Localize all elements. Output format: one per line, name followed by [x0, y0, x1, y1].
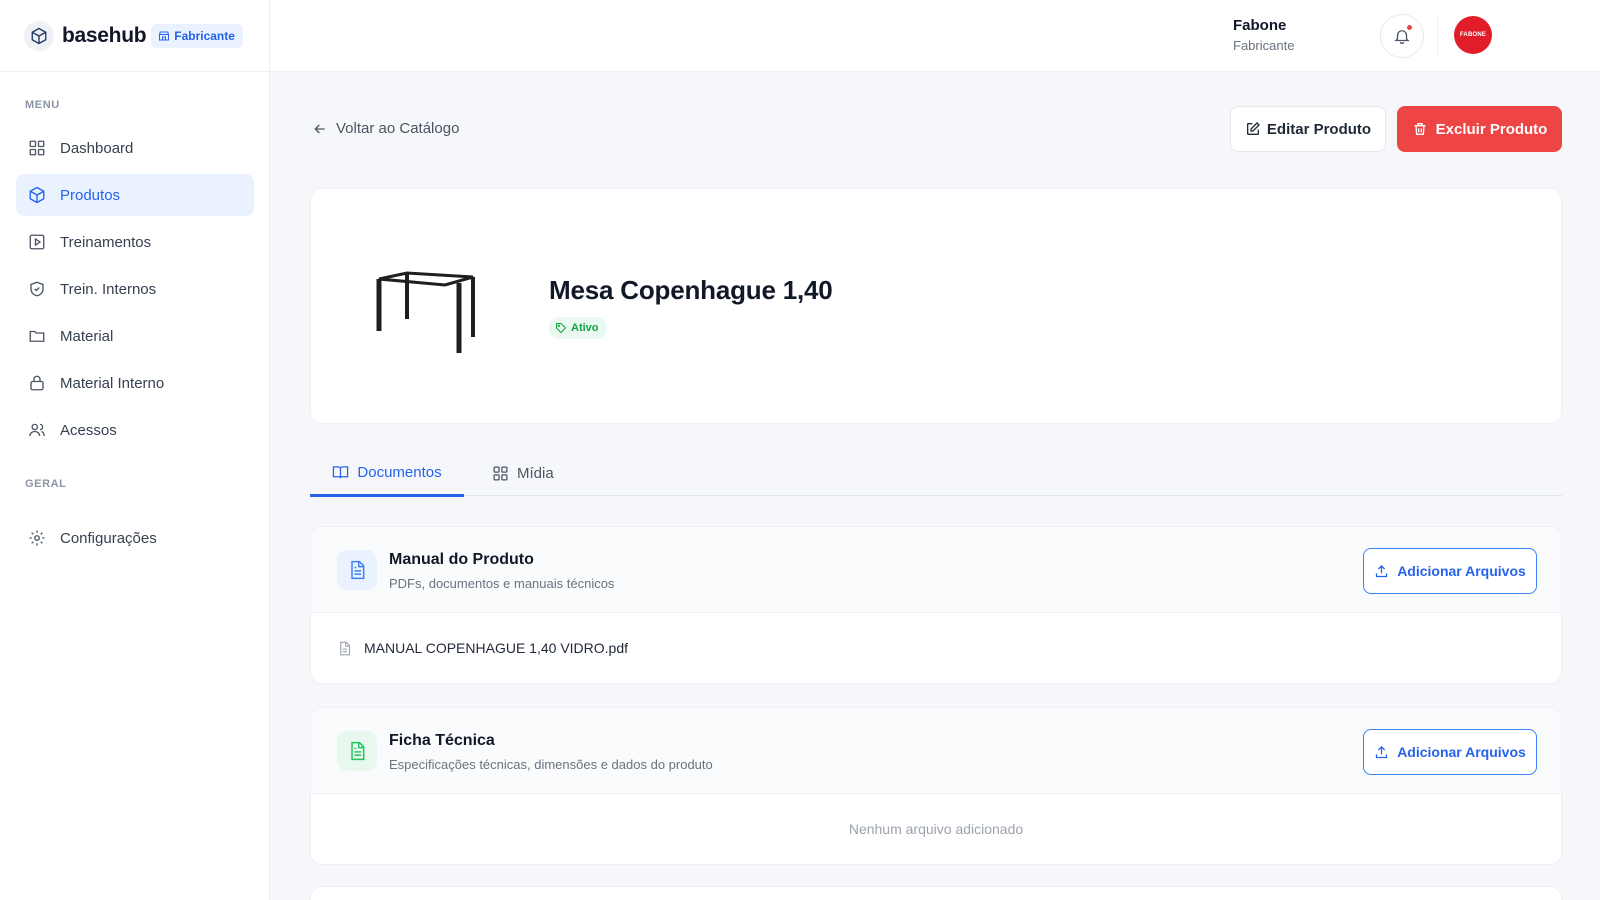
empty-state-text: Nenhum arquivo adicionado	[848, 821, 1024, 837]
folder-icon	[28, 327, 46, 345]
section-subtitle: PDFs, documentos e manuais técnicos	[389, 576, 615, 591]
sidebar-item-material-interno[interactable]: Material Interno	[16, 362, 254, 404]
grid-icon	[493, 465, 508, 481]
add-files-button[interactable]: Adicionar Arquivos	[1363, 548, 1537, 594]
user-role: Fabricante	[1233, 38, 1295, 53]
role-badge: Fabricante	[151, 23, 243, 48]
menu-section-label: MENU	[25, 99, 60, 111]
sidebar: basehub Fabricante MENU Dashboard Produt…	[0, 0, 270, 900]
sidebar-item-configuracoes[interactable]: Configurações	[16, 517, 254, 559]
section-title: Ficha Técnica	[389, 732, 495, 749]
dashboard-icon	[28, 139, 46, 157]
users-icon	[28, 421, 46, 439]
spreadsheet-icon	[337, 731, 377, 771]
sidebar-item-label: Acessos	[60, 421, 117, 439]
section-header: Manual do Produto PDFs, documentos e man…	[311, 527, 1561, 613]
section-subtitle: Especificações técnicas, dimensões e dad…	[389, 757, 713, 772]
sidebar-item-label: Trein. Internos	[60, 280, 157, 298]
sidebar-item-label: Material	[60, 327, 114, 345]
sidebar-item-acessos[interactable]: Acessos	[16, 409, 254, 451]
sidebar-item-label: Dashboard	[60, 139, 134, 157]
product-image	[376, 271, 475, 353]
gear-icon	[28, 529, 46, 547]
user-name[interactable]: Fabone	[1233, 17, 1286, 34]
tab-midia[interactable]: Mídia	[488, 450, 558, 496]
upload-icon	[1376, 745, 1388, 758]
file-icon	[340, 641, 351, 655]
trash-icon	[1414, 123, 1425, 135]
add-files-button[interactable]: Adicionar Arquivos	[1363, 729, 1537, 775]
book-icon	[333, 465, 349, 478]
header-divider	[1437, 16, 1438, 56]
sidebar-item-label: Material Interno	[60, 374, 165, 392]
status-badge: Ativo	[549, 317, 607, 339]
delete-product-button[interactable]: Excluir Produto	[1397, 106, 1562, 152]
ficha-tecnica-section: Ficha Técnica Especificações técnicas, d…	[310, 707, 1562, 865]
box-icon	[28, 186, 46, 204]
upload-icon	[1376, 564, 1388, 577]
tab-documentos[interactable]: Documentos	[310, 450, 464, 497]
main-content: Voltar ao Catálogo Editar Produto Exclui…	[270, 72, 1600, 900]
product-title: Mesa Copenhague 1,40	[549, 275, 833, 305]
sidebar-item-produtos[interactable]: Produtos	[16, 174, 254, 216]
sidebar-item-trein-internos[interactable]: Trein. Internos	[16, 268, 254, 310]
file-name: MANUAL COPENHAGUE 1,40 VIDRO.pdf	[364, 640, 629, 656]
back-to-catalog-link[interactable]: Voltar ao Catálogo	[312, 120, 459, 137]
sidebar-item-dashboard[interactable]: Dashboard	[16, 127, 254, 169]
brand-name: basehub	[62, 23, 147, 47]
brand: basehub Fabricante	[0, 0, 269, 72]
arrow-left-icon	[314, 124, 325, 133]
shield-icon	[28, 280, 46, 298]
sidebar-item-label: Produtos	[60, 186, 121, 204]
basehub-logo-icon[interactable]	[24, 20, 54, 51]
edit-icon	[1246, 122, 1260, 135]
video-icon	[28, 233, 46, 251]
manual-section: Manual do Produto PDFs, documentos e man…	[310, 526, 1562, 684]
product-tabs: Documentos Mídia	[310, 450, 1562, 497]
notifications-button[interactable]	[1380, 14, 1424, 58]
file-item[interactable]: MANUAL COPENHAGUE 1,40 VIDRO.pdf	[311, 613, 1561, 683]
avatar[interactable]: FABONE	[1454, 16, 1492, 54]
edit-product-button[interactable]: Editar Produto	[1230, 106, 1386, 152]
next-section-card	[310, 886, 1562, 900]
document-icon	[337, 550, 377, 590]
sidebar-item-label: Configurações	[60, 529, 157, 547]
topbar: FABONE	[270, 0, 1600, 72]
tag-icon	[556, 323, 567, 334]
sidebar-item-label: Treinamentos	[60, 233, 152, 251]
section-header: Ficha Técnica Especificações técnicas, d…	[311, 708, 1561, 794]
product-summary-card: Mesa Copenhague 1,40 Ativo	[310, 188, 1562, 424]
general-section-label: GERAL	[25, 478, 67, 490]
lock-icon	[28, 374, 46, 392]
store-icon	[159, 31, 170, 40]
sidebar-item-material[interactable]: Material	[16, 315, 254, 357]
section-title: Manual do Produto	[389, 551, 534, 568]
notification-dot	[1407, 25, 1412, 30]
sidebar-item-treinamentos[interactable]: Treinamentos	[16, 221, 254, 263]
